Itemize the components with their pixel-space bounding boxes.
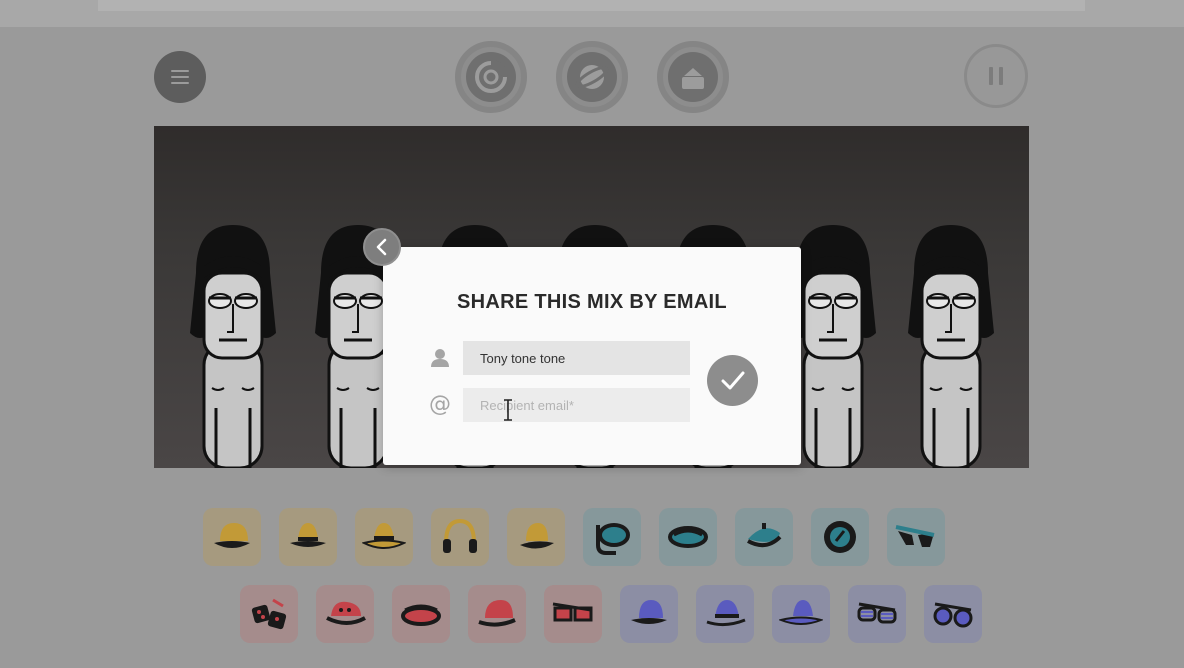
beret-icon bbox=[747, 523, 782, 548]
wide-brim-hat-icon bbox=[779, 600, 823, 625]
palette-item-round-glasses[interactable] bbox=[924, 585, 982, 643]
straw-hat-icon bbox=[362, 523, 406, 549]
palette-item-visor[interactable] bbox=[659, 508, 717, 566]
baseball-cap-icon bbox=[478, 600, 516, 627]
record-mode-button[interactable] bbox=[455, 41, 527, 113]
snorkel-mask-icon bbox=[596, 523, 630, 555]
palette-item-cap[interactable] bbox=[316, 585, 374, 643]
palette-item-3d-glasses[interactable] bbox=[544, 585, 602, 643]
palette-item-fedora-hat[interactable] bbox=[279, 508, 337, 566]
round-glasses-icon bbox=[933, 602, 973, 628]
palette-item-headphones[interactable] bbox=[431, 508, 489, 566]
back-button[interactable] bbox=[363, 228, 401, 266]
menu-button[interactable] bbox=[154, 51, 206, 103]
planet-mode-button[interactable] bbox=[556, 41, 628, 113]
palette-item-bowler-hat[interactable] bbox=[203, 508, 261, 566]
dice-icon bbox=[251, 598, 287, 630]
cap-icon bbox=[326, 601, 366, 625]
pause-button[interactable] bbox=[964, 44, 1028, 108]
palette-item-sunglasses[interactable] bbox=[887, 508, 945, 566]
headphones-icon bbox=[443, 518, 477, 553]
page-top-bar bbox=[98, 0, 1085, 11]
planet-icon bbox=[575, 65, 609, 89]
cowboy-hat-icon bbox=[520, 523, 554, 549]
palette-item-wide-brim-hat[interactable] bbox=[772, 585, 830, 643]
submit-button[interactable] bbox=[707, 355, 758, 406]
chevron-left-icon bbox=[376, 238, 387, 256]
sender-name-field[interactable] bbox=[463, 341, 690, 375]
share-email-modal: SHARE THIS MIX BY EMAIL @ bbox=[383, 247, 801, 465]
trilby-hat-icon bbox=[706, 600, 746, 627]
fedora-hat-icon bbox=[290, 523, 326, 547]
palette-item-dice[interactable] bbox=[240, 585, 298, 643]
recipient-email-field[interactable] bbox=[463, 388, 690, 422]
at-sign-icon: @ bbox=[429, 391, 451, 417]
record-disc-icon bbox=[824, 521, 856, 553]
vinyl-record-icon bbox=[475, 60, 508, 93]
bucket-hat-icon bbox=[631, 600, 667, 624]
3d-glasses-icon bbox=[552, 602, 593, 622]
palette-item-trilby-hat[interactable] bbox=[696, 585, 754, 643]
palette-item-straw-hat[interactable] bbox=[355, 508, 413, 566]
palette-item-shutter-shades[interactable] bbox=[848, 585, 906, 643]
character-1 bbox=[188, 223, 278, 468]
checkmark-icon bbox=[721, 371, 744, 389]
visor-icon bbox=[668, 526, 708, 548]
shutter-shades-icon bbox=[857, 602, 897, 624]
text-cursor-icon bbox=[504, 399, 512, 421]
pause-icon bbox=[989, 67, 1003, 85]
hamburger-menu-icon bbox=[171, 70, 189, 84]
palette-item-snorkel-mask[interactable] bbox=[583, 508, 641, 566]
sunglasses-icon bbox=[895, 525, 935, 547]
visor-cap-icon bbox=[401, 604, 441, 626]
palette-item-bucket-hat[interactable] bbox=[620, 585, 678, 643]
palette-item-baseball-cap[interactable] bbox=[468, 585, 526, 643]
user-icon bbox=[427, 345, 453, 371]
modal-title: SHARE THIS MIX BY EMAIL bbox=[457, 291, 727, 313]
palette-item-cowboy-hat[interactable] bbox=[507, 508, 565, 566]
palette-item-beret[interactable] bbox=[735, 508, 793, 566]
box-mode-button[interactable] bbox=[657, 41, 729, 113]
palette-item-record-disc[interactable] bbox=[811, 508, 869, 566]
bowler-hat-icon bbox=[214, 523, 250, 548]
incredibox-box-icon bbox=[682, 68, 704, 89]
palette-item-visor-cap[interactable] bbox=[392, 585, 450, 643]
character-7 bbox=[906, 223, 996, 468]
